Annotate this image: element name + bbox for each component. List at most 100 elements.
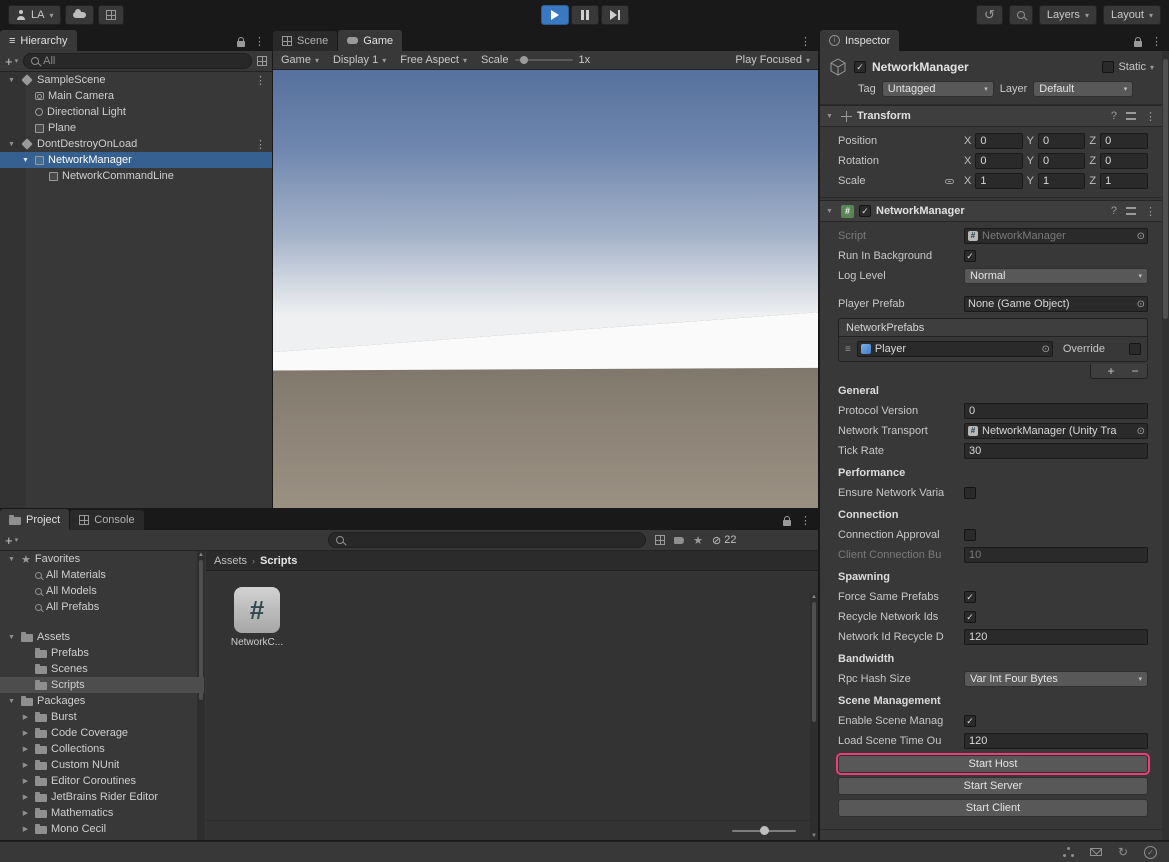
tree-item-samplescene[interactable]: ▼SampleScene⋮ [0,72,272,88]
tab-hierarchy[interactable]: ≡ Hierarchy [0,30,77,51]
hidden-packages-count[interactable]: ⊘ 22 [712,534,736,547]
object-picker-icon[interactable]: ⊙ [1137,426,1145,437]
layout-dropdown[interactable]: Layout ▾ [1103,5,1161,25]
tab-inspector[interactable]: i Inspector [820,30,899,51]
refresh-icon[interactable]: ↻ [1118,845,1128,859]
checkbox[interactable] [964,487,976,499]
play-focused-dropdown[interactable]: Play Focused▾ [735,54,810,66]
cloud-button[interactable] [65,5,94,25]
item-menu-icon[interactable]: ⋮ [255,74,266,87]
expand-arrow[interactable]: ▶ [20,761,31,769]
expand-arrow[interactable]: ▶ [20,793,31,801]
text-field[interactable]: 30 [964,443,1148,459]
tree-item-collections[interactable]: ▶Collections [0,741,204,757]
expand-arrow[interactable]: ▼ [6,698,17,705]
tree-item-burst[interactable]: ▶Burst [0,709,204,725]
search-by-label-icon[interactable] [674,537,684,544]
tag-dropdown[interactable]: Untagged▾ [882,81,994,97]
tree-item-code-coverage[interactable]: ▶Code Coverage [0,725,204,741]
tree-item-packages[interactable]: ▼Packages [0,693,204,709]
presets-icon[interactable] [1126,207,1136,215]
aspect-dropdown[interactable]: Free Aspect▾ [400,54,467,66]
axis-field[interactable]: 0 [1038,153,1085,169]
object-field[interactable]: #NetworkManager⊙ [964,228,1148,244]
axis-field[interactable]: 0 [975,133,1022,149]
step-button[interactable] [601,5,629,25]
axis-field[interactable]: 1 [975,173,1022,189]
slider-thumb[interactable] [760,826,769,835]
prefab-object-field[interactable]: Player ⊙ [857,341,1053,357]
checkbox[interactable] [964,529,976,541]
search-button[interactable] [1009,5,1033,25]
network-prefab-entry[interactable]: ≡ Player ⊙ Override [839,337,1147,361]
foldout-arrow[interactable]: ▼ [826,208,836,215]
tree-item-custom-nunit[interactable]: ▶Custom NUnit [0,757,204,773]
drag-handle-icon[interactable]: ≡ [845,344,851,355]
axis-field[interactable]: 1 [1038,173,1085,189]
start-host-button[interactable]: Start Host [838,755,1148,773]
tree-item-plane[interactable]: Plane [0,120,272,136]
help-icon[interactable]: ? [1111,205,1117,217]
search-by-type-icon[interactable] [655,535,665,545]
pause-button[interactable] [571,5,599,25]
version-control-button[interactable] [98,5,124,25]
object-field[interactable]: #NetworkManager (Unity Tra⊙ [964,423,1148,439]
dropdown[interactable]: Var Int Four Bytes▾ [964,671,1148,687]
add-prefab-button[interactable]: + [1099,365,1123,378]
text-field[interactable]: 10 [964,547,1148,563]
more-icon[interactable]: ⋮ [1145,110,1156,123]
game-viewport[interactable] [273,70,818,508]
object-picker-icon[interactable]: ⊙ [1137,231,1145,242]
chevron-down-icon[interactable]: ▾ [1150,63,1154,72]
expand-arrow[interactable]: ▼ [20,157,31,164]
axis-field[interactable]: 0 [1100,133,1148,149]
expand-arrow[interactable]: ▶ [20,729,31,737]
play-button[interactable] [541,5,569,25]
tree-item-all-models[interactable]: All Models [0,583,204,599]
inspector-scrollbar[interactable] [1162,51,1169,840]
lock-icon[interactable] [237,41,245,47]
item-menu-icon[interactable]: ⋮ [255,138,266,151]
checkbox[interactable]: ✓ [964,250,976,262]
add-asset-button[interactable]: +▾ [5,533,18,548]
checkbox[interactable]: ✓ [964,591,976,603]
asset-grid-scrollbar[interactable]: ▲▼ [810,593,818,840]
layer-dropdown[interactable]: Default▾ [1033,81,1133,97]
lock-icon[interactable] [1134,41,1142,47]
game-mode-dropdown[interactable]: Game▾ [281,54,319,66]
presets-icon[interactable] [1126,112,1136,120]
tree-item-mono-cecil[interactable]: ▶Mono Cecil [0,821,204,837]
icon-size-slider[interactable] [732,830,796,832]
axis-field[interactable]: 0 [1100,153,1148,169]
network-icon[interactable] [1063,847,1074,858]
axis-field[interactable]: 1 [1100,173,1148,189]
object-picker-icon[interactable]: ⊙ [1137,299,1145,310]
network-manager-header[interactable]: ▼ # ✓ NetworkManager ? ⋮ [820,200,1162,222]
tree-item-editor-coroutines[interactable]: ▶Editor Coroutines [0,773,204,789]
breadcrumb-assets[interactable]: Assets [214,555,247,567]
expand-arrow[interactable]: ▼ [6,77,17,84]
scene-filter-icon[interactable] [257,56,267,66]
tree-item-main-camera[interactable]: Main Camera [0,88,272,104]
start-server-button[interactable]: Start Server [838,777,1148,795]
expand-arrow[interactable]: ▶ [20,809,31,817]
tab-scene[interactable]: Scene [273,31,337,51]
expand-arrow[interactable]: ▼ [6,556,17,563]
text-field[interactable]: 0 [964,403,1148,419]
gameobject-name[interactable]: NetworkManager [872,60,969,74]
foldout-arrow[interactable]: ▼ [826,113,836,120]
expand-arrow[interactable]: ▶ [20,713,31,721]
tree-item-all-materials[interactable]: All Materials [0,567,204,583]
active-checkbox[interactable]: ✓ [854,61,866,73]
project-search-input[interactable] [328,532,646,548]
tree-item-dontdestroyonload[interactable]: ▼DontDestroyOnLoad⋮ [0,136,272,152]
tree-item-prefabs[interactable]: Prefabs [0,645,204,661]
static-checkbox[interactable] [1102,61,1114,73]
lock-icon[interactable] [783,520,791,526]
save-search-star-icon[interactable]: ★ [693,534,703,547]
tree-item-assets[interactable]: ▼Assets [0,629,204,645]
tree-item-all-prefabs[interactable]: All Prefabs [0,599,204,615]
checkbox[interactable]: ✓ [964,715,976,727]
layers-dropdown[interactable]: Layers ▾ [1039,5,1097,25]
display-dropdown[interactable]: Display 1▾ [333,54,386,66]
